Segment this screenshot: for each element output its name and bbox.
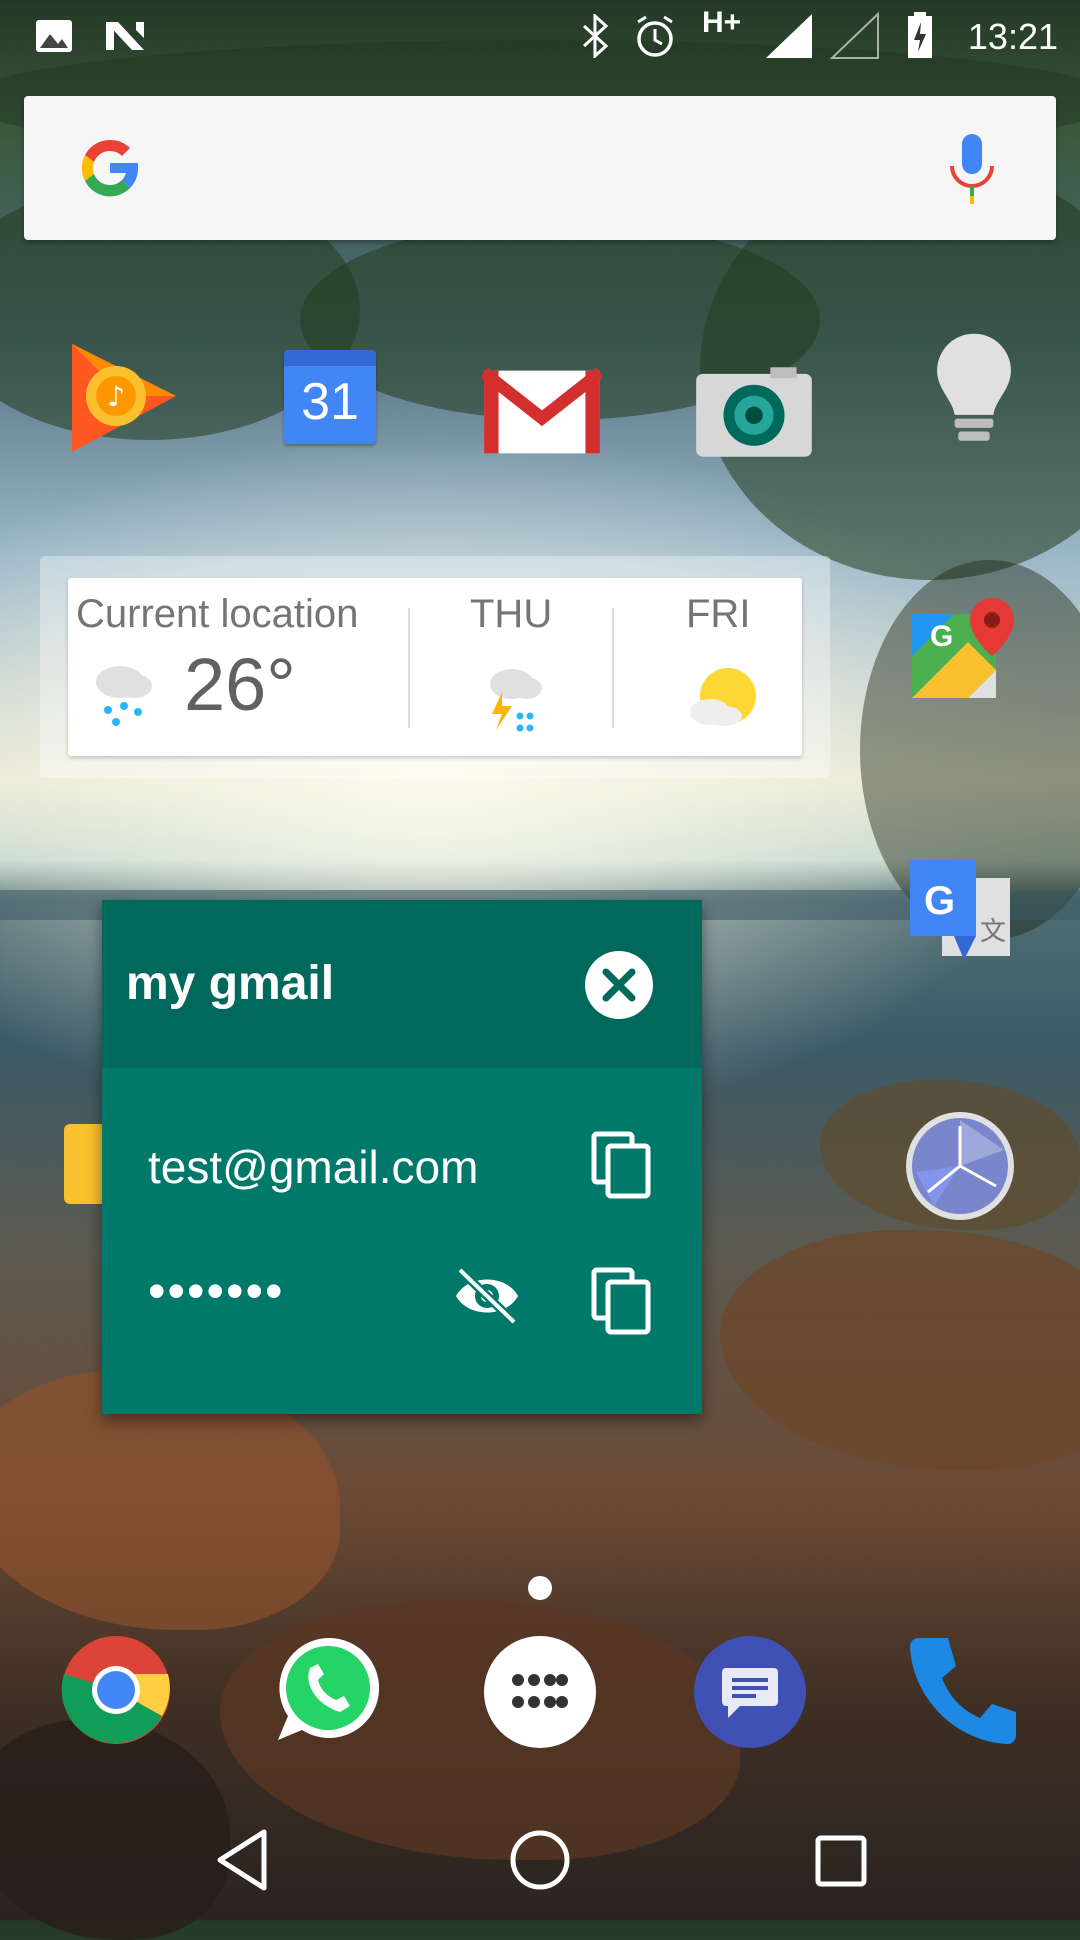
phone-icon[interactable] xyxy=(904,1632,1020,1748)
google-search-bar[interactable] xyxy=(24,96,1056,240)
weather-divider xyxy=(612,608,614,728)
messages-button[interactable] xyxy=(694,1636,806,1748)
weather-location: Current location xyxy=(76,592,359,636)
battery-charging-icon xyxy=(908,12,932,58)
thunderstorm-icon xyxy=(490,669,542,732)
svg-text:G: G xyxy=(924,879,955,923)
weather-card: Current location 26° THU FRI xyxy=(68,578,802,756)
mic-icon[interactable] xyxy=(944,130,1000,210)
visibility-off-icon[interactable] xyxy=(452,1266,522,1326)
calendar-date: 31 xyxy=(301,373,359,431)
clock-icon[interactable] xyxy=(904,1110,1016,1222)
messages-icon xyxy=(722,1668,778,1718)
gmail-icon[interactable] xyxy=(482,352,602,472)
page-indicator-dot xyxy=(528,1576,552,1600)
play-music-icon[interactable]: ♪ xyxy=(64,336,184,456)
partially-hidden-app-icon[interactable] xyxy=(64,1124,104,1204)
popup-title: my gmail xyxy=(126,957,335,1010)
recents-icon[interactable] xyxy=(814,1834,868,1888)
gallery-notification-icon xyxy=(36,20,72,52)
translate-icon[interactable]: G 文 xyxy=(906,856,1014,964)
lightbulb-icon[interactable] xyxy=(914,330,1034,450)
weather-day-thu: THU xyxy=(470,592,553,636)
popup-body xyxy=(102,1068,702,1414)
camera-icon[interactable] xyxy=(694,352,814,472)
copy-email-icon[interactable] xyxy=(590,1130,654,1200)
popup-header: my gmail xyxy=(102,900,702,1068)
whatsapp-icon[interactable] xyxy=(270,1632,386,1748)
weather-day-fri: FRI xyxy=(686,592,751,636)
credentials-popup: my gmail test@gmail.com ••••••• xyxy=(102,900,702,1414)
app-drawer-icon xyxy=(512,1674,568,1708)
navigation-bar xyxy=(0,1800,1080,1920)
bluetooth-icon xyxy=(582,14,609,58)
chrome-icon[interactable] xyxy=(60,1634,172,1746)
weather-widget[interactable]: Current location 26° THU FRI xyxy=(40,556,830,778)
signal-empty-icon xyxy=(830,12,879,59)
alarm-icon xyxy=(637,15,673,57)
copy-password-icon[interactable] xyxy=(590,1266,654,1336)
maps-icon[interactable]: G xyxy=(908,594,1018,704)
rain-icon xyxy=(96,666,152,726)
partly-sunny-icon xyxy=(690,668,756,726)
svg-text:♪: ♪ xyxy=(107,380,125,413)
google-g-icon xyxy=(81,139,139,197)
network-type-label: H+ xyxy=(702,6,742,39)
svg-text:G: G xyxy=(930,620,953,653)
status-bar: H+ 13:21 xyxy=(0,0,1080,78)
app-drawer-button[interactable] xyxy=(484,1636,596,1748)
back-icon[interactable] xyxy=(214,1828,270,1892)
home-icon[interactable] xyxy=(508,1828,572,1892)
calendar-icon[interactable]: 31 xyxy=(280,346,380,446)
password-value: ••••••• xyxy=(148,1263,285,1319)
svg-text:文: 文 xyxy=(980,917,1006,947)
email-value: test@gmail.com xyxy=(148,1141,479,1193)
weather-temperature: 26° xyxy=(184,643,296,726)
signal-icon xyxy=(766,14,812,58)
weather-divider xyxy=(408,608,410,728)
notification-n-icon xyxy=(106,22,144,50)
status-time: 13:21 xyxy=(967,16,1058,57)
close-icon[interactable] xyxy=(584,950,654,1020)
